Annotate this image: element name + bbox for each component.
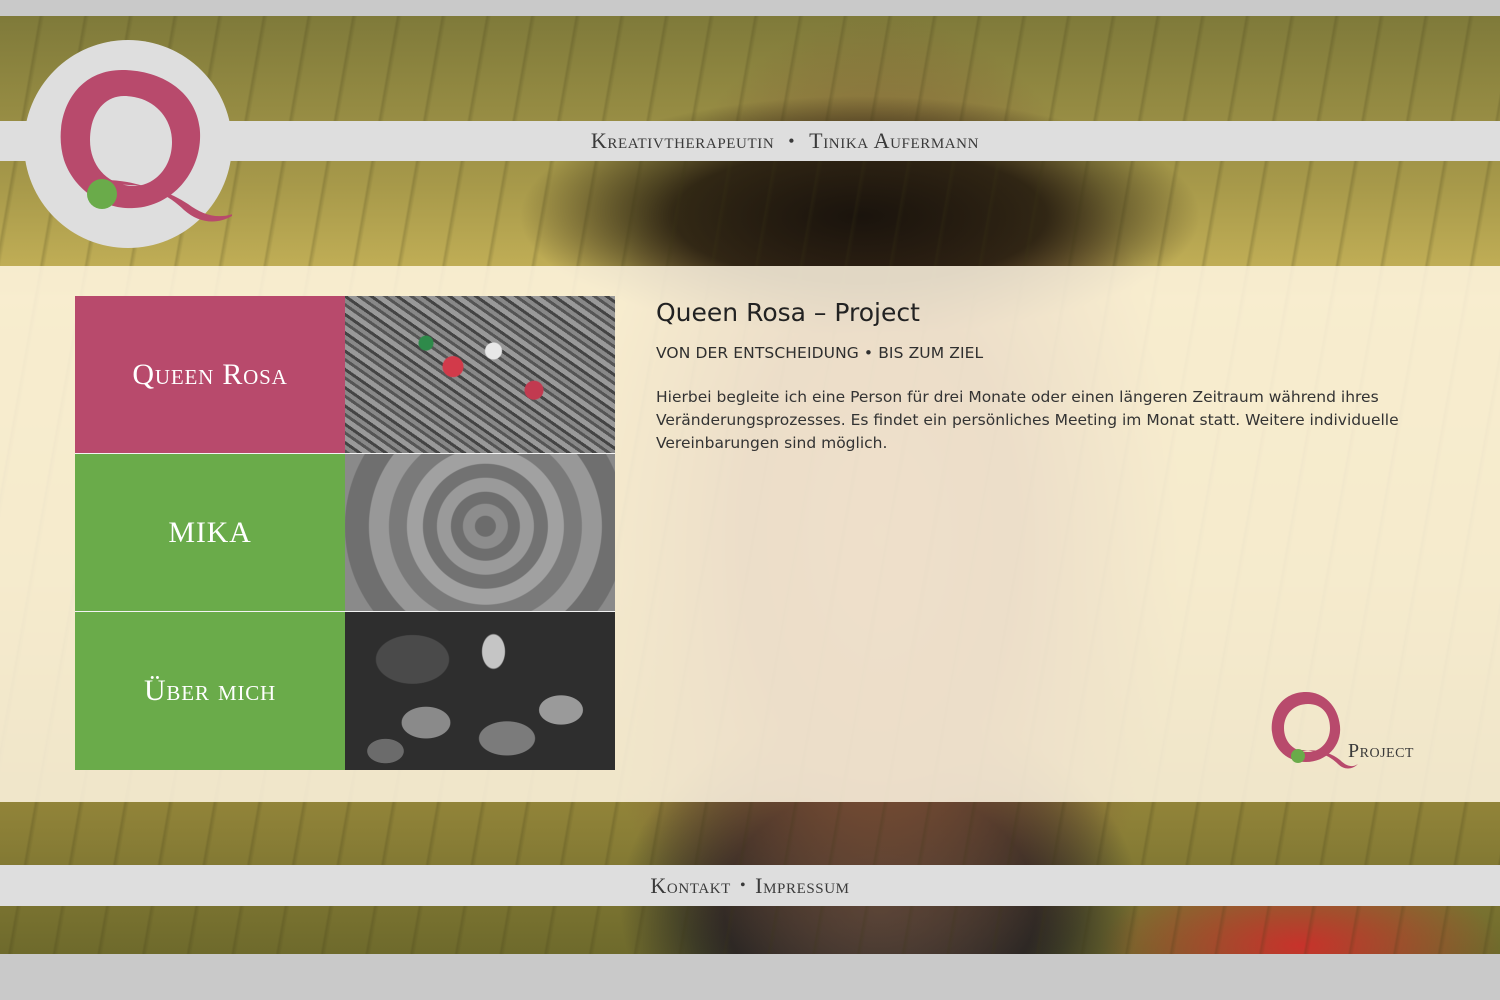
article: Queen Rosa – Project VON DER ENTSCHEIDUN… bbox=[656, 298, 1436, 455]
article-subtitle: VON DER ENTSCHEIDUNG • BIS ZUM ZIEL bbox=[656, 344, 984, 362]
tile-ueber-mich[interactable]: Über mich bbox=[75, 612, 345, 770]
footer-link-contact[interactable]: Kontakt bbox=[650, 873, 731, 899]
q-project-logo: Project bbox=[1268, 690, 1438, 772]
tile-image-swirl[interactable] bbox=[345, 454, 615, 611]
q-logo-icon bbox=[60, 70, 232, 222]
article-title: Queen Rosa – Project bbox=[656, 298, 920, 327]
top-band bbox=[0, 0, 1500, 16]
q-project-label: Project bbox=[1348, 740, 1414, 762]
q-small-logo-icon bbox=[1271, 692, 1358, 769]
article-body: Hierbei begleite ich eine Person für dre… bbox=[656, 388, 1399, 452]
header-separator: • bbox=[788, 130, 796, 151]
header-name: Tinika Aufermann bbox=[809, 128, 980, 153]
tile-queen-rosa[interactable]: Queen Rosa bbox=[75, 296, 345, 453]
footer-bar: Kontakt • Impressum bbox=[0, 865, 1500, 906]
tile-mika[interactable]: MIKA bbox=[75, 454, 345, 611]
nav-tiles: Queen Rosa MIKA Über mich bbox=[75, 296, 615, 770]
footer-link-imprint[interactable]: Impressum bbox=[755, 873, 849, 899]
site-logo[interactable] bbox=[24, 40, 232, 248]
header-profession: Kreativtherapeutin bbox=[590, 128, 775, 153]
bottom-band bbox=[0, 954, 1500, 1000]
footer-separator: • bbox=[739, 876, 747, 894]
tile-image-rocks[interactable] bbox=[345, 612, 615, 770]
tile-image-art-supplies[interactable] bbox=[345, 296, 615, 453]
